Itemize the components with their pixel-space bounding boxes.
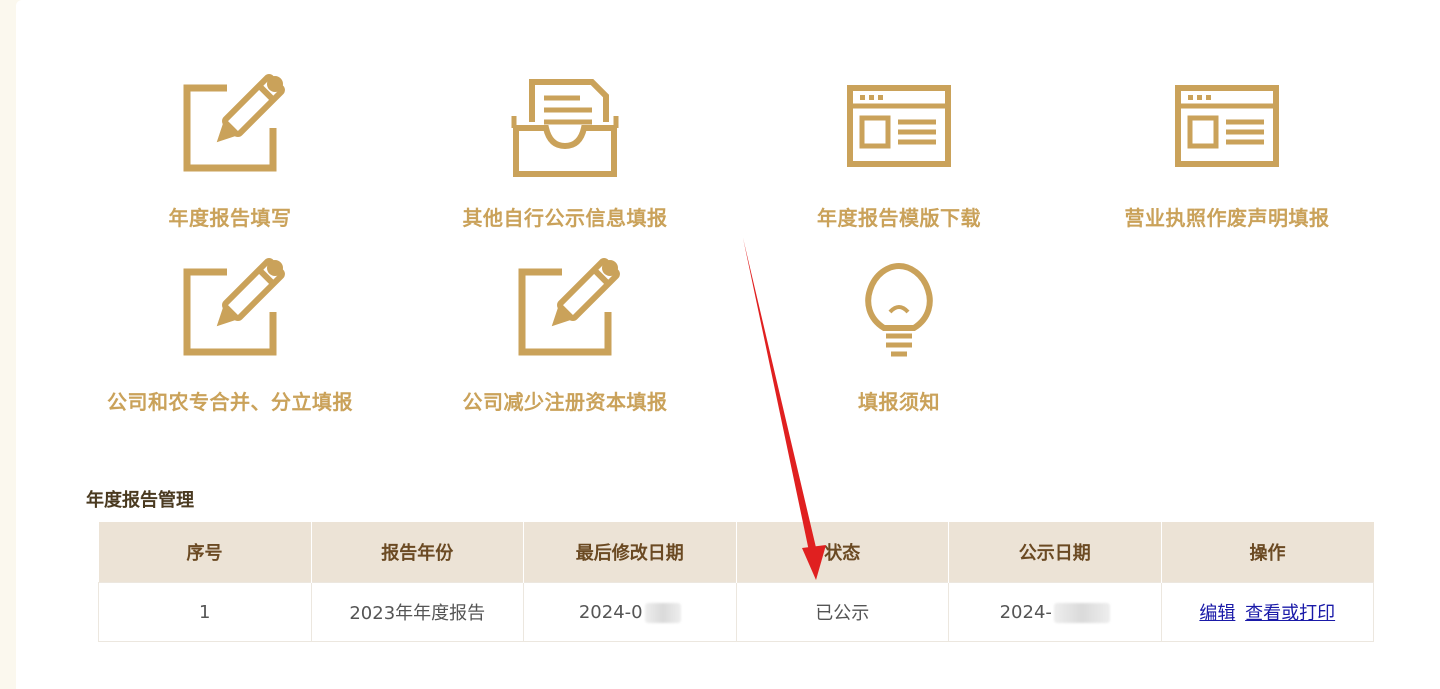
header-last-modified: 最后修改日期 (523, 522, 737, 583)
tile-template-download[interactable]: 年度报告模版下载 (749, 72, 1049, 242)
tile-label: 其他自行公示信息填报 (462, 206, 668, 230)
redacted-blur (644, 602, 681, 623)
header-report-year: 报告年份 (311, 522, 524, 583)
tile-merger-split[interactable]: 公司和农专合并、分立填报 (80, 256, 380, 426)
view-print-link[interactable]: 查看或打印 (1245, 603, 1335, 624)
header-status: 状态 (736, 522, 949, 583)
lightbulb-icon (865, 262, 933, 357)
edit-link[interactable]: 编辑 (1199, 603, 1235, 624)
header-actions: 操作 (1161, 522, 1374, 583)
cell-last-modified: 2024-0 (523, 582, 737, 642)
edit-pencil-icon (518, 258, 620, 356)
annual-report-table: 序号 报告年份 最后修改日期 状态 公示日期 操作 1 2023年年度报告 20… (98, 522, 1374, 642)
cell-status: 已公示 (735, 582, 949, 642)
table-header-row: 序号 报告年份 最后修改日期 状态 公示日期 操作 (98, 522, 1374, 583)
tile-capital-reduction[interactable]: 公司减少注册资本填报 (415, 256, 715, 426)
edit-pencil-icon (183, 258, 285, 356)
tile-license-void-declaration[interactable]: 营业执照作废声明填报 (1077, 72, 1377, 242)
cell-report-year: 2023年年度报告 (310, 582, 524, 642)
last-modified-text: 2024-0 (578, 601, 643, 623)
document-tray-icon (511, 79, 619, 177)
tile-other-disclosure[interactable]: 其他自行公示信息填报 (415, 72, 715, 242)
redacted-blur (1053, 602, 1110, 623)
browser-window-icon (1175, 85, 1279, 167)
tile-label: 公司和农专合并、分立填报 (107, 390, 353, 414)
browser-window-icon (847, 85, 951, 167)
header-index: 序号 (98, 522, 312, 583)
cell-index: 1 (98, 582, 312, 642)
section-title: 年度报告管理 (86, 490, 194, 511)
table-row: 1 2023年年度报告 2024-0 已公示 2024- 编辑 查看或打印 (98, 582, 1374, 642)
tile-label: 年度报告模版下载 (817, 206, 981, 230)
tile-label: 年度报告填写 (168, 206, 292, 230)
tile-label: 填报须知 (858, 390, 940, 414)
tile-label: 公司减少注册资本填报 (462, 390, 668, 414)
publish-date-text: 2024- (999, 601, 1052, 623)
cell-actions: 编辑 查看或打印 (1160, 582, 1374, 642)
tile-filing-notice[interactable]: 填报须知 (749, 256, 1049, 426)
header-publish-date: 公示日期 (948, 522, 1162, 583)
tile-annual-report-fill[interactable]: 年度报告填写 (80, 72, 380, 242)
cell-publish-date: 2024- (948, 582, 1162, 642)
edit-pencil-icon (183, 74, 285, 172)
tile-label: 营业执照作废声明填报 (1124, 206, 1330, 230)
